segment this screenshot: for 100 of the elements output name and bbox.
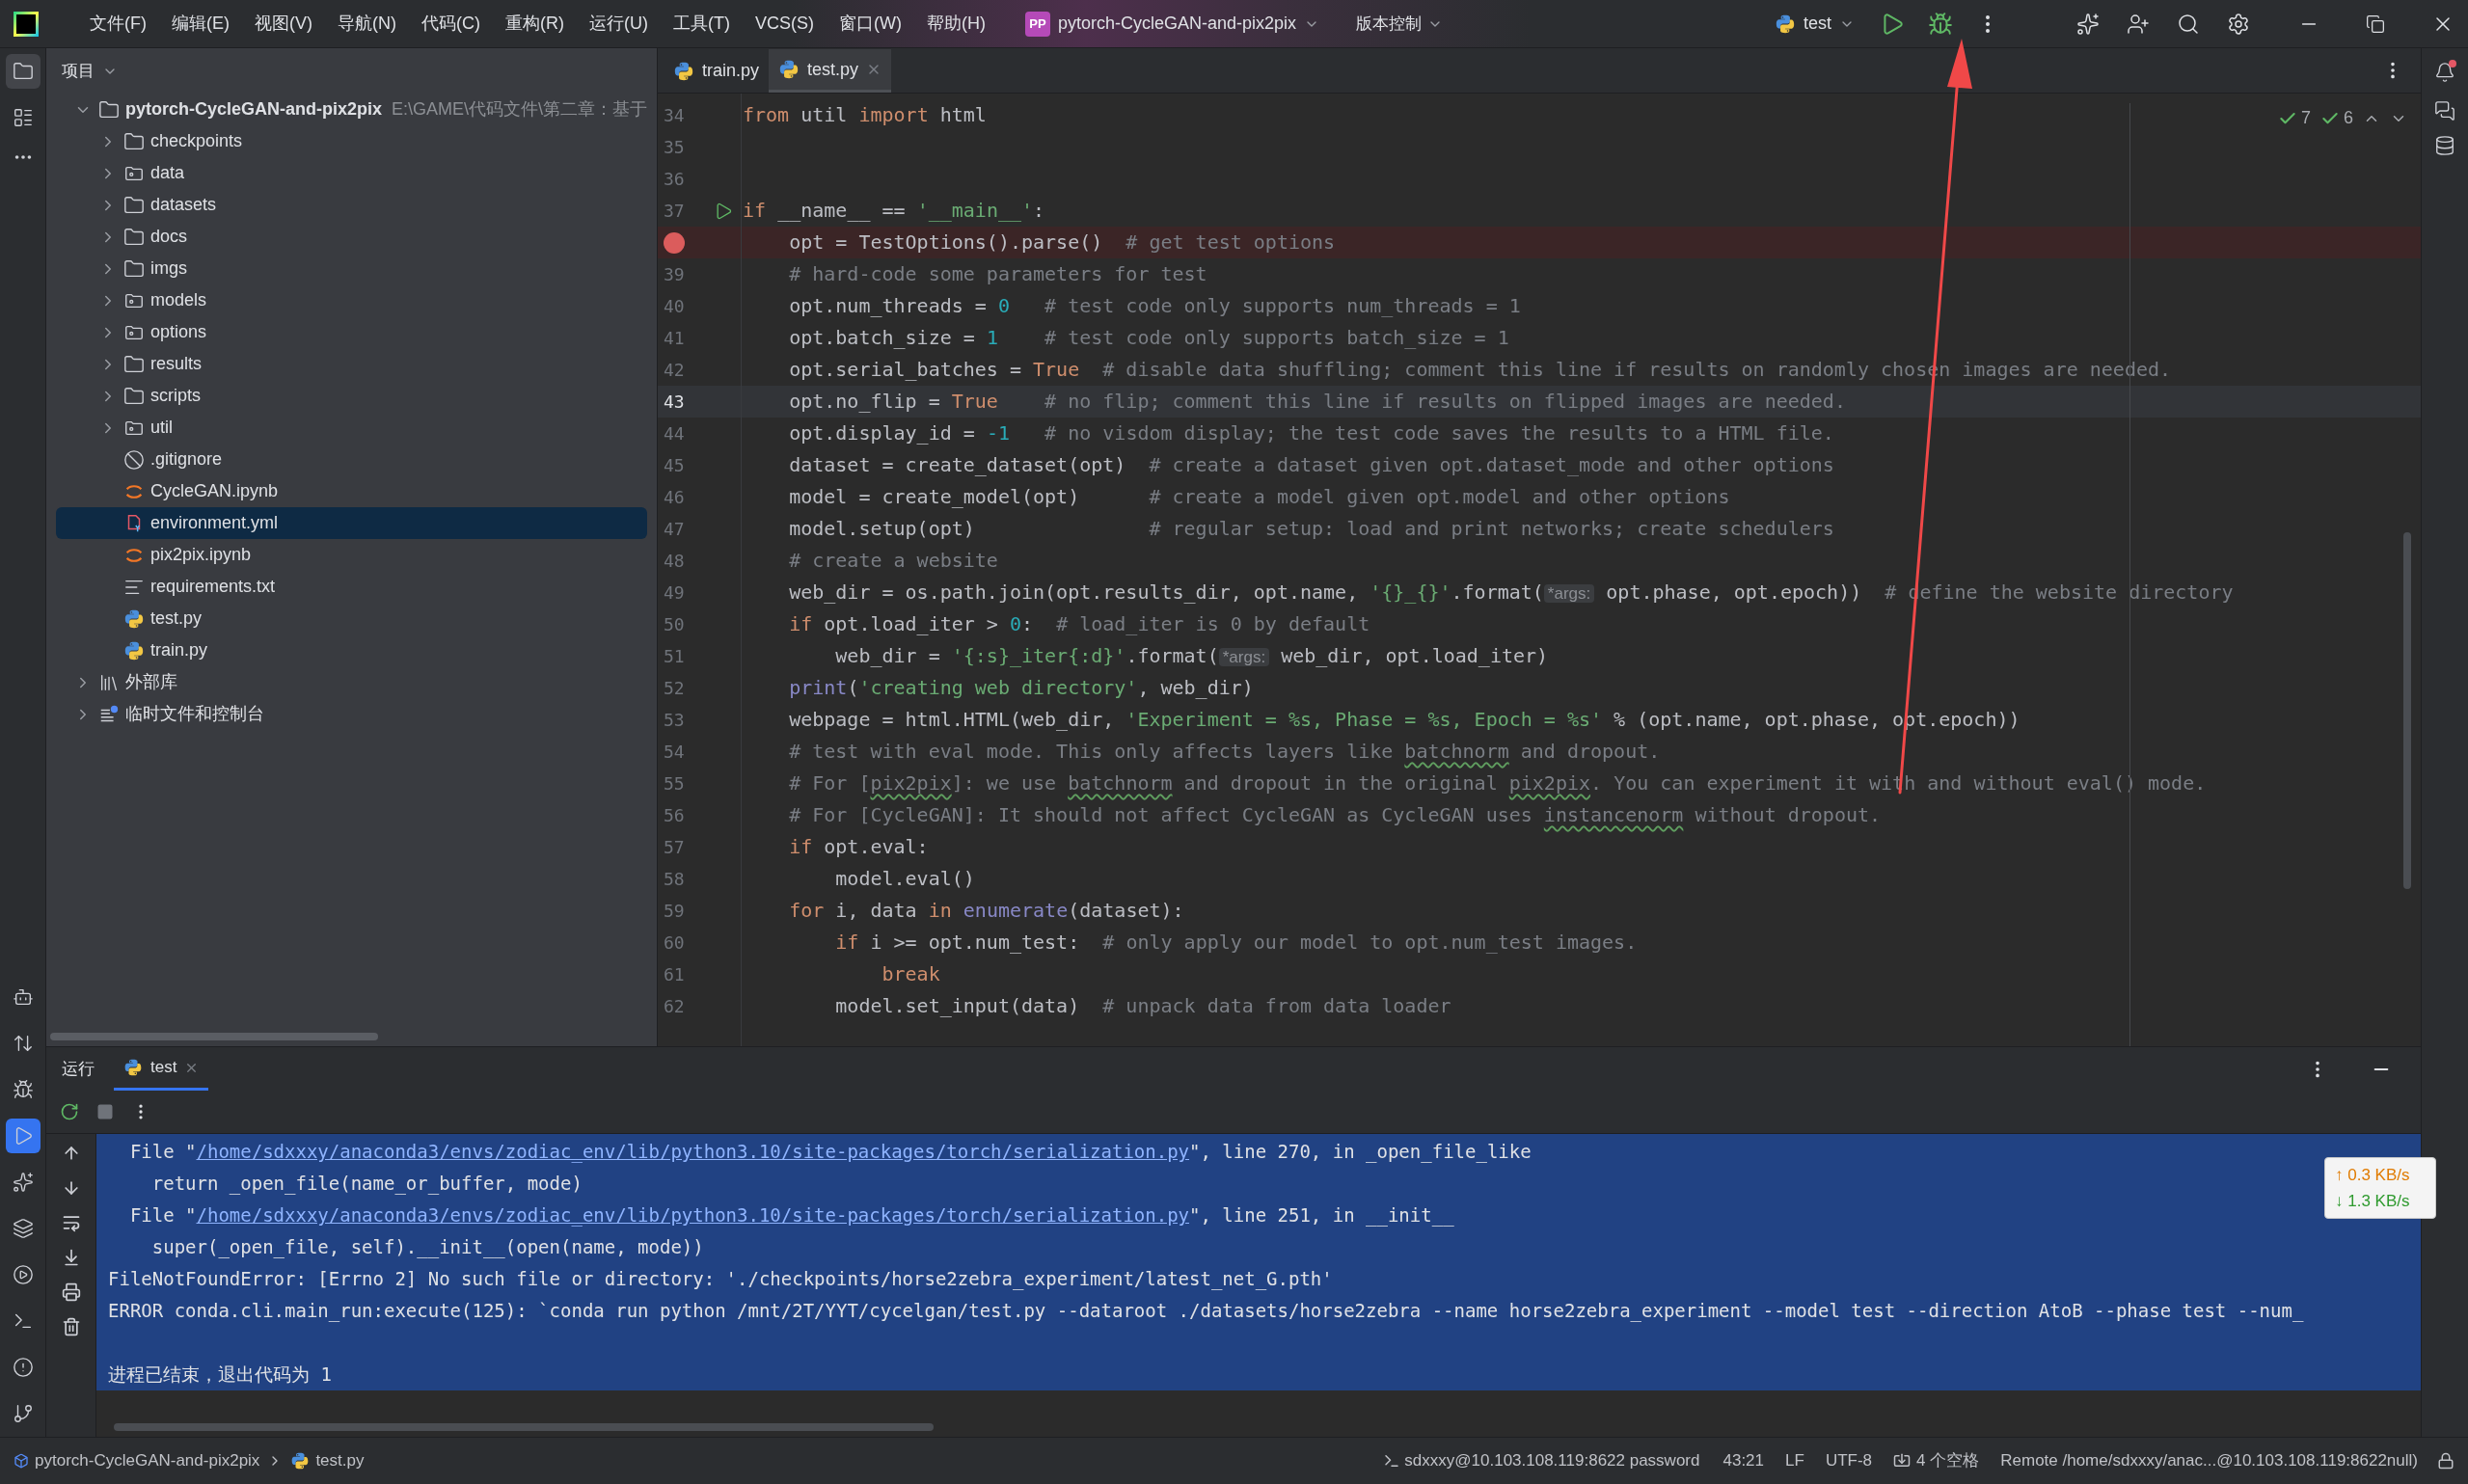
ai-assistant-icon[interactable] <box>2076 12 2100 36</box>
code-line: opt = TestOptions().parse() # get test options <box>788 229 1336 256</box>
tree-item[interactable]: requirements.txt <box>56 571 647 603</box>
python-icon <box>123 1058 143 1077</box>
folder-tool-button[interactable] <box>5 54 41 89</box>
console-line: super(_open_file, self).__init__(open(name, mode)) <box>150 1235 704 1260</box>
print-icon[interactable] <box>61 1282 81 1302</box>
panel-title: 运行 <box>62 1058 95 1080</box>
menu-item[interactable]: 导航(N) <box>325 11 409 37</box>
run-config-selector[interactable]: test <box>1775 11 1855 37</box>
panel-title[interactable]: 项目 <box>62 58 118 84</box>
code-line: opt.no_flip = True # no flip; comment this line if results on flipped images are needed. <box>788 389 1846 415</box>
menu-item[interactable]: 帮助(H) <box>913 11 998 37</box>
console-line: return _open_file(name_or_buffer, mode) <box>150 1172 583 1197</box>
debug-icon[interactable] <box>1928 11 1953 37</box>
menu-item[interactable]: 工具(T) <box>661 11 743 37</box>
ssh-icon[interactable] <box>1383 1452 1401 1470</box>
file-encoding[interactable]: UTF-8 <box>1825 1448 1873 1473</box>
line-number: 43 <box>664 391 685 414</box>
indent-setting[interactable]: 4 个空格 <box>1916 1448 1980 1473</box>
settings-icon[interactable] <box>2227 12 2250 36</box>
tree-item[interactable]: .gitignore <box>56 444 647 475</box>
trash-icon[interactable] <box>61 1317 81 1336</box>
run-tool-button[interactable] <box>5 1119 41 1153</box>
menu-item[interactable]: 编辑(E) <box>159 11 242 37</box>
code-line: break <box>881 961 940 987</box>
scrollbar-thumb[interactable] <box>2403 532 2411 889</box>
tree-item[interactable]: CycleGAN.ipynb <box>56 475 647 507</box>
tree-item[interactable]: 外部库 <box>56 666 647 698</box>
file-link[interactable]: /home/sdxxxy/anaconda3/envs/zodiac_env/lib/python3.10/site-packages/torch/serialization.py <box>196 1204 1190 1227</box>
soft-wrap-icon[interactable] <box>61 1213 81 1232</box>
branch-icon <box>12 1403 34 1424</box>
menu-item[interactable]: 窗口(W) <box>827 11 914 37</box>
line-number: 48 <box>664 550 685 573</box>
interpreter-status[interactable]: Remote /home/sdxxxy/anac...@10.103.108.119:8622null) <box>2000 1448 2418 1473</box>
line-ending[interactable]: LF <box>1785 1448 1804 1473</box>
menu-item[interactable]: VCS(S) <box>742 11 827 37</box>
project-selector[interactable]: PP pytorch-CycleGAN-and-pix2pix <box>1017 11 1328 37</box>
tree-item[interactable]: pix2pix.ipynb <box>56 539 647 571</box>
module-icon <box>14 1453 29 1469</box>
menu-item[interactable]: 重构(R) <box>493 11 577 37</box>
line-number: 46 <box>664 486 685 509</box>
breadcrumb[interactable]: test.py <box>315 1448 365 1473</box>
tree-item[interactable]: docs <box>56 221 647 253</box>
menu-item[interactable]: 文件(F) <box>77 11 159 37</box>
code-line: model = create_model(opt) # create a model given opt.model and other options <box>788 484 1730 510</box>
run-tab[interactable]: test <box>114 1047 209 1091</box>
folder-icon <box>123 385 145 407</box>
gitignore-icon <box>123 448 145 471</box>
menu-item[interactable]: 代码(C) <box>409 11 493 37</box>
line-number: 61 <box>664 963 685 986</box>
scrollbar-thumb[interactable] <box>114 1423 934 1431</box>
line-number: 39 <box>664 263 685 286</box>
folder-icon <box>123 257 145 280</box>
lock-icon[interactable] <box>2437 1452 2454 1470</box>
vcs-menu[interactable]: 版本控制 <box>1356 11 1444 37</box>
tree-item[interactable]: options <box>56 316 647 348</box>
console-line: 进程已结束，退出代码为 1 <box>108 1363 332 1388</box>
folder-icon <box>123 353 145 375</box>
tree-item[interactable]: checkpoints <box>56 125 647 157</box>
search-icon[interactable] <box>2177 12 2200 36</box>
tree-item[interactable]: imgs <box>56 253 647 284</box>
tree-item[interactable]: test.py <box>56 603 647 634</box>
code-line: opt.num_threads = 0 # test code only supports num_threads = 1 <box>788 293 1521 319</box>
connection-status[interactable]: sdxxxy@10.103.108.119:8622 password <box>1404 1448 1700 1473</box>
editor-tab[interactable]: train.py <box>664 49 770 93</box>
tree-item[interactable]: results <box>56 348 647 380</box>
breadcrumb[interactable]: pytorch-CycleGAN-and-pix2pix <box>35 1448 260 1473</box>
line-number: 53 <box>664 709 685 732</box>
tree-item[interactable]: datasets <box>56 189 647 221</box>
menu-item[interactable]: 视图(V) <box>242 11 325 37</box>
inspection-counter[interactable]: 6 <box>2320 105 2353 131</box>
download-speed: ↓ 1.3 KB/s <box>2335 1191 2411 1212</box>
folder-icon <box>123 194 145 216</box>
chat-icon[interactable] <box>2434 100 2455 121</box>
caret-position[interactable]: 43:21 <box>1722 1448 1765 1473</box>
rerun-icon[interactable] <box>60 1102 79 1121</box>
breakpoint-icon[interactable] <box>664 231 685 254</box>
line-number: 60 <box>664 931 685 955</box>
tree-item[interactable]: environment.yml <box>56 507 647 539</box>
menu-item[interactable]: 运行(U) <box>577 11 661 37</box>
tree-item[interactable]: 临时文件和控制台 <box>56 698 647 730</box>
file-link[interactable]: /home/sdxxxy/anaconda3/envs/zodiac_env/lib/python3.10/site-packages/torch/serialization.py <box>196 1141 1190 1163</box>
editor-tab[interactable]: test.py <box>769 49 892 93</box>
scrollbar-thumb[interactable] <box>50 1033 378 1040</box>
restore-icon[interactable] <box>2366 13 2385 34</box>
stop-icon[interactable] <box>96 1103 114 1120</box>
tree-item[interactable]: pytorch-CycleGAN-and-pix2pix E:\GAME\代码文件\第二章：基于 <box>56 94 647 125</box>
add-user-icon[interactable] <box>2127 12 2150 36</box>
robot-icon <box>12 986 34 1008</box>
tree-item[interactable]: models <box>56 284 647 316</box>
alert-icon <box>12 1357 34 1378</box>
tree-item[interactable]: train.py <box>56 634 647 666</box>
inspection-counter[interactable]: 7 <box>2277 105 2311 131</box>
tree-item[interactable]: scripts <box>56 380 647 412</box>
tree-item[interactable]: util <box>56 412 647 444</box>
indent-icon[interactable] <box>1893 1452 1912 1470</box>
tree-item[interactable]: data <box>56 157 647 189</box>
database-icon[interactable] <box>2434 135 2455 156</box>
code-line: if i >= opt.num_test: # only apply our model to opt.num_test images. <box>834 930 1638 956</box>
